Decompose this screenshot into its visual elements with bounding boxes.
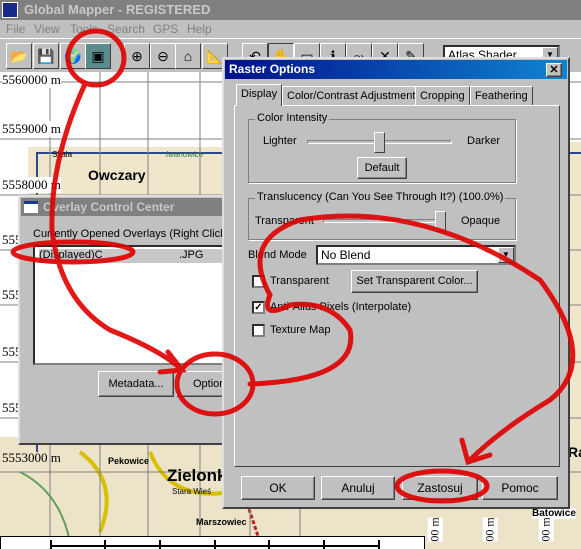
x-grid-label: 00 m: [538, 517, 554, 542]
texture-map-checkbox[interactable]: [252, 324, 265, 337]
color-intensity-label: Color Intensity: [255, 112, 330, 124]
menu-view[interactable]: View: [34, 20, 60, 38]
tab-cropping[interactable]: Cropping: [415, 86, 470, 106]
place-label: Skala: [52, 150, 73, 159]
tab-feathering[interactable]: Feathering: [470, 86, 533, 106]
darker-label: Darker: [467, 135, 501, 147]
y-grid-label: 5560000 m: [2, 72, 61, 88]
x-grid-label: 00 m: [427, 517, 443, 542]
transparent-checkbox-label: Transparent: [270, 275, 329, 287]
zoom-out-icon[interactable]: ⊖: [150, 43, 176, 69]
transparent-label: Transparent: [255, 215, 314, 227]
menu-bar: File View Tools Search GPS Help: [0, 20, 581, 38]
anti-alias-checkbox[interactable]: ✓: [252, 301, 265, 314]
overlay-control-window: Overlay Control Center Currently Opened …: [18, 195, 236, 445]
tab-color-contrast[interactable]: Color/Contrast Adjustment: [282, 86, 421, 106]
place-label: Owczary: [88, 167, 146, 183]
scale-bar: [0, 536, 425, 549]
chevron-down-icon[interactable]: ▼: [498, 247, 514, 263]
close-icon[interactable]: ✕: [546, 63, 562, 77]
y-grid-label: 5553000 m: [2, 450, 61, 465]
default-button[interactable]: Default: [357, 157, 407, 179]
translucency-label: Translucency (Can You See Through It?) (…: [255, 191, 506, 203]
scale-bar-ticks: [50, 540, 380, 549]
menu-file[interactable]: File: [6, 20, 25, 38]
overlays-list[interactable]: (Displayed)C .JPG: [33, 245, 233, 365]
overlay-item-prefix: (Displayed)C: [39, 249, 103, 261]
overlay-item-suffix: .JPG: [179, 249, 204, 261]
raster-dialog-title-bar: Raster Options: [225, 60, 567, 79]
open-folder-icon[interactable]: 📂: [6, 43, 32, 69]
x-grid-label: 00 m: [482, 517, 498, 542]
app-title-bar: Global Mapper - REGISTERED: [0, 0, 581, 20]
raster-dialog-title: Raster Options: [229, 62, 316, 76]
lighter-label: Lighter: [263, 135, 297, 147]
window-icon: [24, 201, 38, 213]
place-label: Marszowiec: [196, 517, 247, 527]
y-grid-label: 5558000 m: [2, 177, 61, 193]
place-label: Iwanowice: [166, 150, 204, 159]
overlay-list-item[interactable]: (Displayed)C .JPG: [39, 249, 229, 263]
cancel-button[interactable]: Anuluj: [321, 476, 395, 500]
menu-gps[interactable]: GPS: [153, 20, 178, 38]
app-title: Global Mapper - REGISTERED: [24, 2, 211, 17]
texture-map-label: Texture Map: [270, 324, 331, 336]
opaque-label: Opaque: [461, 215, 501, 227]
y-grid-label: 5559000 m: [2, 121, 61, 137]
menu-help[interactable]: Help: [187, 20, 212, 38]
overlay-window-title-bar: Overlay Control Center: [21, 198, 231, 216]
display-tab-panel: Color Intensity Lighter Darker Default T…: [234, 105, 560, 467]
overlay-window-title: Overlay Control Center: [43, 200, 175, 214]
apply-button[interactable]: Zastosuj: [402, 476, 478, 500]
anti-alias-label: Anti-Alias Pixels (Interpolate): [270, 301, 412, 313]
place-label: Stara Wieś: [172, 487, 212, 496]
tab-display[interactable]: Display: [236, 84, 283, 106]
metadata-button[interactable]: Metadata...: [98, 371, 174, 397]
help-button[interactable]: Pomoc: [482, 476, 558, 500]
globe-icon[interactable]: 🌍: [60, 43, 86, 69]
menu-tools[interactable]: Tools: [70, 20, 98, 38]
translucency-track[interactable]: [323, 219, 441, 223]
transparent-checkbox[interactable]: [252, 275, 265, 288]
save-icon[interactable]: 💾: [33, 43, 59, 69]
zoom-in-icon[interactable]: ⊕: [124, 43, 150, 69]
home-icon[interactable]: ⌂: [175, 43, 201, 69]
overlays-list-label: Currently Opened Overlays (Right Click o: [33, 228, 235, 240]
overlay-control-icon[interactable]: ▣: [85, 43, 111, 69]
blend-mode-value: No Blend: [321, 248, 371, 262]
ok-button[interactable]: OK: [241, 476, 315, 500]
app-logo-icon: [2, 2, 18, 18]
place-label: Pekowice: [108, 456, 150, 466]
color-intensity-group: Color Intensity Lighter Darker Default: [248, 112, 516, 183]
translucency-slider-thumb[interactable]: [435, 211, 446, 232]
set-transparent-color-button[interactable]: Set Transparent Color...: [351, 270, 478, 293]
blend-mode-label: Blend Mode: [248, 249, 307, 261]
menu-search[interactable]: Search: [107, 20, 145, 38]
color-intensity-slider-thumb[interactable]: [373, 132, 385, 153]
blend-mode-select[interactable]: No Blend ▼: [316, 245, 516, 265]
translucency-group: Translucency (Can You See Through It?) (…: [248, 191, 516, 240]
